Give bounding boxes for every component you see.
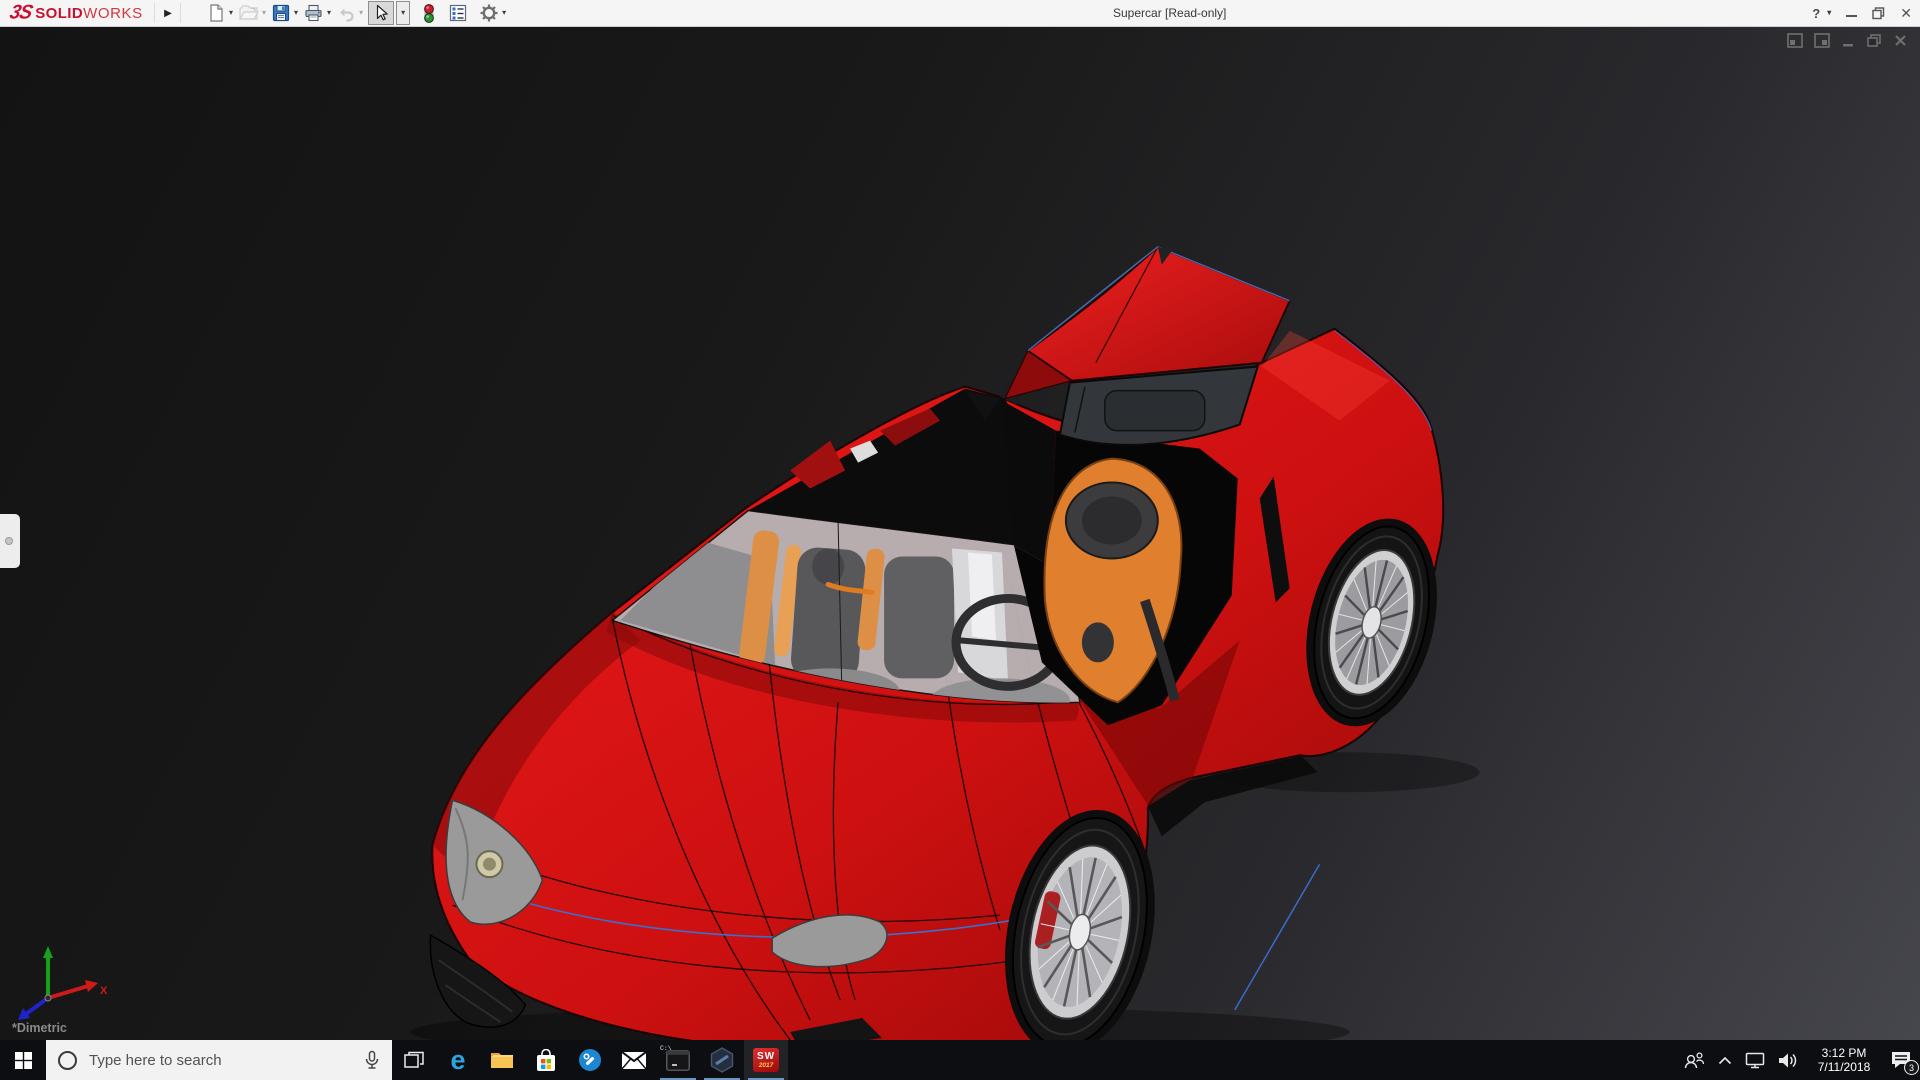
properties-button[interactable] (448, 1, 468, 25)
panel-tab-handle (5, 537, 13, 545)
save-floppy-icon (271, 3, 291, 23)
file-explorer-icon (490, 1050, 514, 1070)
ds-logo-mark: 3S (7, 1, 34, 24)
notification-badge: 3 (1904, 1060, 1919, 1075)
edge-icon: e (450, 1047, 465, 1074)
separator (180, 3, 181, 23)
cortana-icon (58, 1051, 77, 1070)
task-view-icon (404, 1051, 424, 1069)
taskbar-app-utility-hex[interactable] (700, 1040, 744, 1080)
task-view-button[interactable] (392, 1040, 436, 1080)
open-folder-icon (238, 3, 259, 23)
print-button[interactable]: ▾ (303, 1, 331, 25)
solidworks-logo: 3S SOLID WORKS (10, 2, 143, 24)
clock-date: 7/11/2018 (1811, 1060, 1877, 1074)
doc-restore-button[interactable] (1866, 33, 1882, 48)
open-document-button[interactable]: ▾ (238, 1, 266, 25)
taskbar-app-store[interactable] (524, 1040, 568, 1080)
doc-close-button[interactable] (1893, 33, 1908, 48)
command-prompt-icon (666, 1050, 690, 1071)
new-document-icon (206, 3, 226, 23)
pane-right-icon[interactable] (1814, 33, 1830, 48)
view-orientation-label: *Dimetric (12, 1021, 67, 1035)
cmd-prompt-text: C:\ (660, 1045, 672, 1052)
pane-left-icon[interactable] (1787, 33, 1803, 48)
taskbar-app-edge[interactable]: e (436, 1040, 480, 1080)
microphone-icon[interactable] (364, 1050, 380, 1070)
triad-x-label: X (100, 985, 108, 997)
orientation-triad: X (10, 936, 120, 1032)
select-cursor-icon (371, 3, 391, 23)
stoplight-icon (421, 3, 437, 24)
close-button[interactable]: ✕ (1900, 6, 1912, 20)
gear-icon (479, 3, 499, 23)
network-icon[interactable] (1745, 1052, 1765, 1069)
document-window-controls (1787, 33, 1908, 48)
taskbar-app-cmd[interactable]: C:\ (656, 1040, 700, 1080)
undo-button[interactable]: ▾ (336, 1, 363, 25)
restore-button[interactable] (1872, 7, 1885, 20)
action-center-button[interactable]: 3 (1890, 1050, 1912, 1070)
solidworks-window: 3S SOLID WORKS ▶ ▾ ▾ (0, 0, 1920, 1080)
start-button[interactable] (0, 1040, 46, 1080)
windows-taskbar: e (0, 1040, 1920, 1080)
solidworks-2017-icon: SW 2017 (753, 1048, 779, 1072)
options-button[interactable]: ▾ (479, 1, 506, 25)
mail-icon (622, 1052, 646, 1069)
taskbar-app-solidworks[interactable]: SW 2017 (744, 1040, 788, 1080)
minimize-button[interactable] (1846, 15, 1857, 17)
taskbar-app-file-explorer[interactable] (480, 1040, 524, 1080)
doc-minimize-button[interactable] (1841, 33, 1855, 48)
hexagon-tool-icon (710, 1047, 734, 1073)
stoplight-button[interactable] (421, 1, 437, 25)
separator (154, 3, 155, 23)
system-tray: 3:12 PM 7/11/2018 3 (1683, 1040, 1920, 1080)
taskbar-spacer (788, 1040, 1683, 1080)
taskbar-search[interactable] (46, 1040, 392, 1080)
taskbar-app-mail[interactable] (612, 1040, 656, 1080)
feature-panel-tab[interactable] (0, 514, 20, 568)
taskbar-clock[interactable]: 3:12 PM 7/11/2018 (1811, 1046, 1877, 1074)
window-controls: ? ▾ ✕ (1812, 0, 1912, 26)
store-icon (535, 1049, 557, 1072)
new-document-button[interactable]: ▾ (206, 1, 233, 25)
people-icon[interactable] (1683, 1051, 1705, 1069)
undo-arrow-icon (336, 3, 356, 23)
clock-time: 3:12 PM (1811, 1046, 1877, 1060)
taskbar-app-settings-wrench[interactable] (568, 1040, 612, 1080)
windows-logo-icon (15, 1052, 32, 1069)
menu-flyout-arrow[interactable]: ▶ (159, 0, 177, 26)
select-pressed-state[interactable] (368, 1, 394, 25)
save-button[interactable]: ▾ (271, 1, 298, 25)
titlebar: 3S SOLID WORKS ▶ ▾ ▾ (0, 0, 1920, 27)
search-input[interactable] (87, 1051, 352, 1070)
standard-toolbar: ▾ ▾ ▾ (206, 0, 511, 26)
hidden-icons-chevron[interactable] (1718, 1056, 1732, 1065)
select-tool-button[interactable]: ▾ (368, 1, 416, 25)
document-title: Supercar [Read-only] (1113, 6, 1226, 20)
help-button[interactable]: ? ▾ (1812, 6, 1831, 21)
printer-icon (303, 3, 324, 23)
volume-icon[interactable] (1778, 1052, 1798, 1069)
3d-scene[interactable] (0, 27, 1920, 1040)
wrench-circle-icon (578, 1048, 602, 1072)
properties-list-icon (448, 3, 468, 23)
select-flyout[interactable]: ▾ (396, 1, 410, 25)
